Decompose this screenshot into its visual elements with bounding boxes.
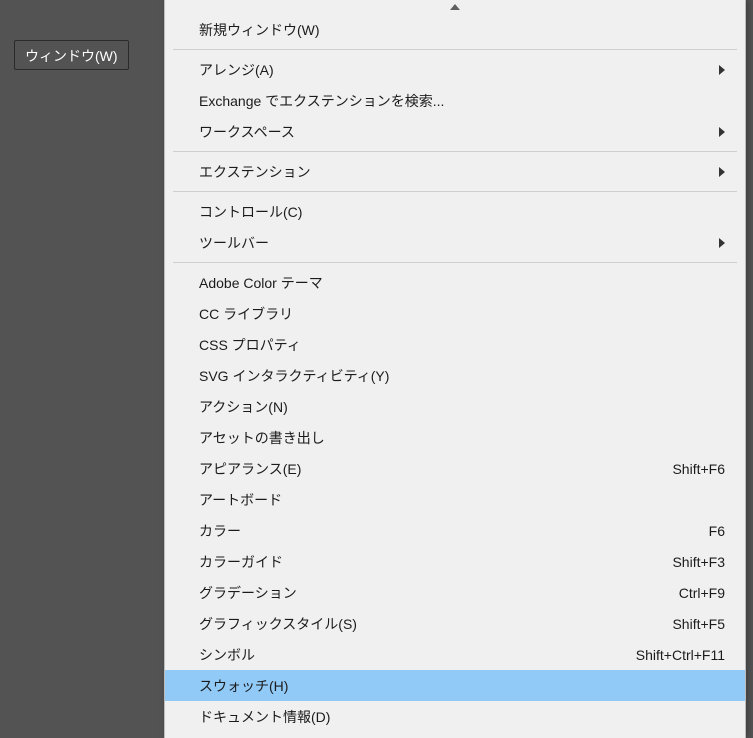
- menu-item-label: カラー: [199, 521, 697, 541]
- menu-item-label: グラフィックスタイル(S): [199, 614, 660, 634]
- menu-item[interactable]: SVG インタラクティビティ(Y): [165, 360, 745, 391]
- menu-item[interactable]: アクション(N): [165, 391, 745, 422]
- menu-item[interactable]: CSS プロパティ: [165, 329, 745, 360]
- menu-item-label: シンボル: [199, 645, 624, 665]
- menu-item-label: カラーガイド: [199, 552, 660, 572]
- menu-item[interactable]: コントロール(C): [165, 196, 745, 227]
- window-dropdown-menu: 新規ウィンドウ(W) アレンジ(A) Exchange でエクステンションを検索..…: [164, 0, 746, 738]
- menu-item[interactable]: スウォッチ(H): [165, 670, 745, 701]
- menu-item[interactable]: アレンジ(A): [165, 54, 745, 85]
- menu-item-label: Adobe Color テーマ: [199, 273, 725, 293]
- menu-separator: [173, 49, 737, 50]
- menu-item[interactable]: アートボード: [165, 484, 745, 515]
- chevron-right-icon: [711, 62, 725, 78]
- menu-item[interactable]: ツールバー: [165, 227, 745, 258]
- menu-item[interactable]: ドキュメント情報(D): [165, 701, 745, 732]
- menu-item-label: Exchange でエクステンションを検索...: [199, 91, 725, 111]
- menu-item[interactable]: グラフィックスタイル(S) Shift+F5: [165, 608, 745, 639]
- menubar-item-label: ウィンドウ(W): [25, 48, 118, 64]
- menu-item[interactable]: アピアランス(E) Shift+F6: [165, 453, 745, 484]
- menu-item-label: ワークスペース: [199, 122, 711, 142]
- menu-item-shortcut: Shift+Ctrl+F11: [636, 647, 725, 663]
- menu-item-label: ドキュメント情報(D): [199, 707, 725, 727]
- menu-item-shortcut: F6: [709, 523, 725, 539]
- menu-item-label: コントロール(C): [199, 202, 725, 222]
- menu-item-shortcut: Shift+F6: [672, 461, 725, 477]
- menu-separator: [173, 191, 737, 192]
- menu-item-label: アートボード: [199, 490, 725, 510]
- menu-item[interactable]: CC ライブラリ: [165, 298, 745, 329]
- menu-item-label: エクステンション: [199, 162, 711, 182]
- menu-item-label: アセットの書き出し: [199, 428, 725, 448]
- menu-item-shortcut: Ctrl+F9: [679, 585, 725, 601]
- menu-separator: [173, 262, 737, 263]
- menu-item[interactable]: ワークスペース: [165, 116, 745, 147]
- menu-item-label: アピアランス(E): [199, 459, 660, 479]
- chevron-right-icon: [711, 124, 725, 140]
- menu-item[interactable]: グラデーション Ctrl+F9: [165, 577, 745, 608]
- menu-item-label: ツールバー: [199, 233, 711, 253]
- menu-item[interactable]: シンボル Shift+Ctrl+F11: [165, 639, 745, 670]
- menu-item-label: 新規ウィンドウ(W): [199, 20, 725, 40]
- menu-item[interactable]: カラー F6: [165, 515, 745, 546]
- menu-item-label: アクション(N): [199, 397, 725, 417]
- menu-item-shortcut: Shift+F3: [672, 554, 725, 570]
- menu-list: 新規ウィンドウ(W) アレンジ(A) Exchange でエクステンションを検索..…: [165, 14, 745, 732]
- menu-item-label: アレンジ(A): [199, 60, 711, 80]
- menubar-item-window[interactable]: ウィンドウ(W): [14, 40, 129, 70]
- menu-item-label: CC ライブラリ: [199, 304, 725, 324]
- scroll-up-arrow[interactable]: [165, 0, 745, 14]
- menu-item-label: SVG インタラクティビティ(Y): [199, 366, 725, 386]
- menu-item[interactable]: 新規ウィンドウ(W): [165, 14, 745, 45]
- chevron-right-icon: [711, 235, 725, 251]
- menu-item[interactable]: エクステンション: [165, 156, 745, 187]
- chevron-right-icon: [711, 164, 725, 180]
- triangle-up-icon: [450, 4, 460, 10]
- menu-item-shortcut: Shift+F5: [672, 616, 725, 632]
- menu-item[interactable]: アセットの書き出し: [165, 422, 745, 453]
- menu-separator: [173, 151, 737, 152]
- menu-item-label: スウォッチ(H): [199, 676, 725, 696]
- menu-item-label: グラデーション: [199, 583, 667, 603]
- menu-item-label: CSS プロパティ: [199, 335, 725, 355]
- menu-item[interactable]: Adobe Color テーマ: [165, 267, 745, 298]
- menu-item[interactable]: カラーガイド Shift+F3: [165, 546, 745, 577]
- menu-item[interactable]: Exchange でエクステンションを検索...: [165, 85, 745, 116]
